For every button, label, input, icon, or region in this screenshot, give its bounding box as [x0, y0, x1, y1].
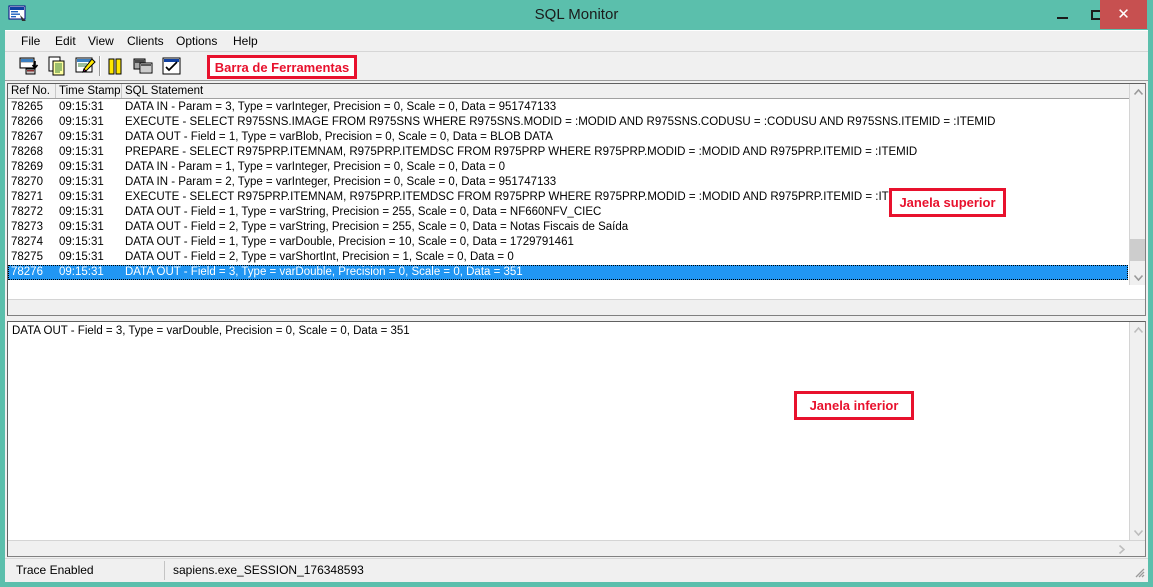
list-column-headers: Ref No. Time Stamp SQL Statement — [8, 84, 1145, 99]
options-button[interactable] — [161, 56, 183, 77]
table-row[interactable]: 78266 09:15:31 EXECUTE - SELECT R975SNS.IM… — [8, 115, 1128, 130]
cell-ref-no: 78266 — [11, 116, 43, 128]
scroll-thumb[interactable] — [1130, 239, 1145, 261]
window-download-icon — [19, 57, 39, 75]
new-trace-button[interactable] — [19, 56, 41, 77]
cascade-button[interactable] — [133, 56, 155, 77]
cell-ref-no: 78270 — [11, 176, 43, 188]
menu-item-help[interactable]: Help — [227, 33, 264, 50]
window-erase-icon — [75, 57, 96, 73]
cell-sql-statement: DATA OUT - Field = 3, Type = varDouble, … — [125, 266, 523, 278]
cell-time-stamp: 09:15:31 — [59, 221, 104, 233]
cell-time-stamp: 09:15:31 — [59, 101, 104, 113]
lower-pane-horizontal-scrollbar[interactable] — [8, 540, 1145, 556]
table-row[interactable]: 78273 09:15:31 DATA OUT - Field = 2, Type … — [8, 220, 1128, 235]
table-row[interactable]: 78276 09:15:31 DATA OUT - Field = 3, Type … — [8, 265, 1128, 280]
copy-pages-icon — [48, 56, 65, 76]
lower-detail-pane[interactable]: DATA OUT - Field = 3, Type = varDouble, … — [7, 321, 1146, 557]
scroll-right-arrow-lower[interactable] — [1113, 541, 1129, 556]
detail-text: DATA OUT - Field = 3, Type = varDouble, … — [12, 325, 410, 337]
scroll-up-arrow[interactable] — [1130, 84, 1145, 100]
cell-sql-statement: DATA OUT - Field = 1, Type = varDouble, … — [125, 236, 574, 248]
copy-button[interactable] — [47, 56, 69, 77]
menu-item-options[interactable]: Options — [170, 33, 223, 50]
cell-time-stamp: 09:15:31 — [59, 116, 104, 128]
table-row[interactable]: 78265 09:15:31 DATA IN - Param = 3, Type =… — [8, 100, 1128, 115]
cell-ref-no: 78268 — [11, 146, 43, 158]
cell-sql-statement: DATA OUT - Field = 1, Type = varBlob, Pr… — [125, 131, 553, 143]
cell-ref-no: 78271 — [11, 191, 43, 203]
table-row[interactable]: 78275 09:15:31 DATA OUT - Field = 2, Type … — [8, 250, 1128, 265]
pause-icon — [108, 58, 122, 75]
table-row[interactable]: 78269 09:15:31 DATA IN - Param = 1, Type =… — [8, 160, 1128, 175]
cell-sql-statement: PREPARE - SELECT R975PRP.ITEMNAM, R975PR… — [125, 146, 918, 158]
table-row[interactable]: 78268 09:15:31 PREPARE - SELECT R975PRP.IT… — [8, 145, 1128, 160]
cell-sql-statement: DATA OUT - Field = 2, Type = varString, … — [125, 221, 629, 233]
menu-item-file[interactable]: File — [15, 33, 46, 50]
menu-item-edit[interactable]: Edit — [49, 33, 82, 50]
clear-button[interactable] — [75, 56, 97, 77]
status-bar: Trace Enabled sapiens.exe_SESSION_176348… — [5, 558, 1148, 582]
cell-ref-no: 78269 — [11, 161, 43, 173]
scroll-up-arrow-lower[interactable] — [1130, 322, 1145, 338]
cell-time-stamp: 09:15:31 — [59, 131, 104, 143]
cell-sql-statement: DATA IN - Param = 1, Type = varInteger, … — [125, 161, 506, 173]
cell-sql-statement: EXECUTE - SELECT R975SNS.IMAGE FROM R975… — [125, 116, 996, 128]
cell-time-stamp: 09:15:31 — [59, 146, 104, 158]
table-row[interactable]: 78267 09:15:31 DATA OUT - Field = 1, Type … — [8, 130, 1128, 145]
column-header-ref-no[interactable]: Ref No. — [8, 84, 56, 98]
sql-monitor-window: SQL Monitor ✕ File Edit View Clients Opt… — [0, 0, 1153, 587]
client-area: File Edit View Clients Options Help Barr… — [5, 30, 1148, 558]
cell-sql-statement: DATA OUT - Field = 2, Type = varShortInt… — [125, 251, 514, 263]
minimize-icon — [1057, 17, 1068, 19]
column-header-time-stamp[interactable]: Time Stamp — [56, 84, 122, 98]
menu-item-view[interactable]: View — [82, 33, 120, 50]
toolbar-separator — [99, 56, 101, 76]
cell-time-stamp: 09:15:31 — [59, 161, 104, 173]
cell-ref-no: 78267 — [11, 131, 43, 143]
scroll-down-arrow[interactable] — [1130, 269, 1145, 285]
menu-bar: File Edit View Clients Options Help — [5, 31, 1148, 52]
close-button[interactable]: ✕ — [1100, 0, 1147, 29]
cell-time-stamp: 09:15:31 — [59, 191, 104, 203]
cell-sql-statement: DATA OUT - Field = 1, Type = varString, … — [125, 206, 602, 218]
cell-time-stamp: 09:15:31 — [59, 176, 104, 188]
title-bar[interactable]: SQL Monitor ✕ — [0, 0, 1153, 30]
checklist-window-icon — [162, 57, 181, 75]
resize-grip[interactable] — [1132, 565, 1145, 578]
cell-ref-no: 78274 — [11, 236, 43, 248]
cell-ref-no: 78265 — [11, 101, 43, 113]
window-title: SQL Monitor — [534, 6, 619, 23]
toolbar: Barra de Ferramentas — [5, 52, 1148, 81]
close-icon: ✕ — [1117, 6, 1130, 23]
cell-ref-no: 78275 — [11, 251, 43, 263]
table-row[interactable]: 78274 09:15:31 DATA OUT - Field = 1, Type … — [8, 235, 1128, 250]
annotation-upper-window: Janela superior — [889, 188, 1006, 217]
status-session: sapiens.exe_SESSION_176348593 — [173, 563, 364, 577]
cell-time-stamp: 09:15:31 — [59, 206, 104, 218]
upper-pane-vertical-scrollbar[interactable] — [1129, 84, 1145, 285]
status-trace-enabled: Trace Enabled — [8, 561, 165, 580]
cell-ref-no: 78273 — [11, 221, 43, 233]
pause-button[interactable] — [105, 56, 127, 77]
menu-item-clients[interactable]: Clients — [121, 33, 170, 50]
column-header-sql-statement[interactable]: SQL Statement — [122, 84, 1145, 98]
cell-ref-no: 78272 — [11, 206, 43, 218]
cell-sql-statement: EXECUTE - SELECT R975PRP.ITEMNAM, R975PR… — [125, 191, 918, 203]
cell-sql-statement: DATA IN - Param = 3, Type = varInteger, … — [125, 101, 557, 113]
windows-cascade-icon — [133, 58, 153, 74]
cell-time-stamp: 09:15:31 — [59, 236, 104, 248]
upper-pane-horizontal-scrollbar[interactable] — [8, 299, 1145, 315]
annotation-toolbar: Barra de Ferramentas — [207, 55, 357, 79]
cell-sql-statement: DATA IN - Param = 2, Type = varInteger, … — [125, 176, 557, 188]
cell-time-stamp: 09:15:31 — [59, 251, 104, 263]
scroll-down-arrow-lower[interactable] — [1130, 524, 1145, 540]
cell-ref-no: 78276 — [11, 266, 43, 278]
lower-pane-vertical-scrollbar[interactable] — [1129, 322, 1145, 540]
cell-time-stamp: 09:15:31 — [59, 266, 104, 278]
annotation-lower-window: Janela inferior — [794, 391, 914, 420]
sql-monitor-icon — [8, 5, 28, 23]
